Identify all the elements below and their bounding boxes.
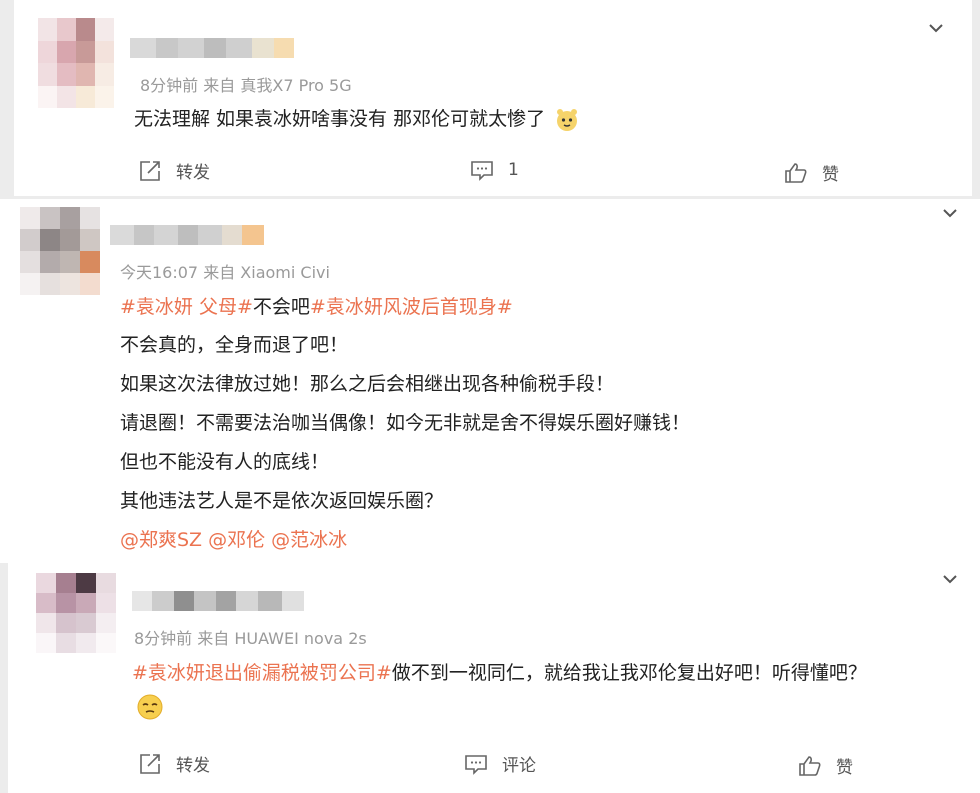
username-blurred[interactable] <box>132 591 304 611</box>
comment-icon <box>471 161 493 181</box>
emoji-icon <box>137 694 163 720</box>
repost-label: 转发 <box>176 163 210 183</box>
avatar[interactable] <box>38 18 114 108</box>
avatar[interactable] <box>20 207 100 295</box>
post-meta: 今天16:07 来自 Xiaomi Civi <box>120 263 330 282</box>
hashtag-link[interactable]: #袁冰妍风波后首现身# <box>310 296 513 318</box>
avatar[interactable] <box>36 573 116 653</box>
repost-button[interactable]: 转发 <box>138 751 210 776</box>
post-line: 不会真的，全身而退了吧！ <box>120 334 349 356</box>
post-meta: 8分钟前 来自 HUAWEI nova 2s <box>134 629 367 648</box>
like-button[interactable]: 赞 <box>784 160 839 185</box>
comment-card-2: 今天16:07 来自 Xiaomi Civi #袁冰妍 父母#不会吧#袁冰妍风波… <box>0 199 980 563</box>
emoji-icon <box>557 108 578 131</box>
username-blurred[interactable] <box>110 225 264 245</box>
comment-button[interactable]: 评论 <box>464 751 536 776</box>
post-meta: 8分钟前 来自 真我X7 Pro 5G <box>140 76 352 95</box>
like-button[interactable]: 赞 <box>798 753 853 778</box>
like-label: 赞 <box>836 758 853 778</box>
post-text: 无法理解 如果袁冰妍啥事没有 那邓伦可就太惨了 <box>134 104 579 132</box>
repost-icon <box>140 160 160 181</box>
like-icon <box>799 755 821 776</box>
hashtag-link[interactable]: #袁冰妍 父母# <box>120 296 253 318</box>
mention-links[interactable]: @郑爽SZ @邓伦 @范冰冰 <box>120 525 347 552</box>
repost-icon <box>140 753 160 774</box>
chevron-down-icon[interactable] <box>928 20 944 36</box>
repost-button[interactable]: 转发 <box>138 158 210 183</box>
post-text-content: 做不到一视同仁，就给我让我邓伦复出好吧！听得懂吧？ <box>391 662 867 684</box>
username-blurred[interactable] <box>130 38 294 58</box>
post-line: 其他违法艺人是不是依次返回娱乐圈？ <box>120 490 444 512</box>
post-line: 但也不能没有人的底线！ <box>120 451 330 473</box>
comment-icon <box>465 754 487 775</box>
hashtag-line: #袁冰妍 父母#不会吧#袁冰妍风波后首现身# <box>120 292 513 319</box>
chevron-down-icon[interactable] <box>942 205 958 221</box>
repost-label: 转发 <box>176 756 210 776</box>
post-text-content: 不会吧 <box>252 296 310 318</box>
post-line: 请退圈！不需要法治咖当偶像！如今无非就是舍不得娱乐圈好赚钱！ <box>120 412 691 434</box>
like-label: 赞 <box>822 165 839 185</box>
post-text-content: 无法理解 如果袁冰妍啥事没有 那邓伦可就太惨了 <box>134 108 546 130</box>
comment-button[interactable]: 1 <box>470 158 519 182</box>
like-icon <box>785 162 807 183</box>
post-text: #袁冰妍退出偷漏税被罚公司#做不到一视同仁，就给我让我邓伦复出好吧！听得懂吧？ <box>132 658 867 685</box>
chevron-down-icon[interactable] <box>942 571 958 587</box>
comment-count: 1 <box>508 160 519 180</box>
post-line: 如果这次法律放过她！那么之后会相继出现各种偷税手段！ <box>120 373 615 395</box>
comment-label: 评论 <box>502 756 536 776</box>
comment-card-1: 8分钟前 来自 真我X7 Pro 5G 无法理解 如果袁冰妍啥事没有 那邓伦可就… <box>14 0 972 196</box>
hashtag-link[interactable]: #袁冰妍退出偷漏税被罚公司# <box>132 662 392 684</box>
comment-card-3: 8分钟前 来自 HUAWEI nova 2s #袁冰妍退出偷漏税被罚公司#做不到… <box>8 563 980 793</box>
